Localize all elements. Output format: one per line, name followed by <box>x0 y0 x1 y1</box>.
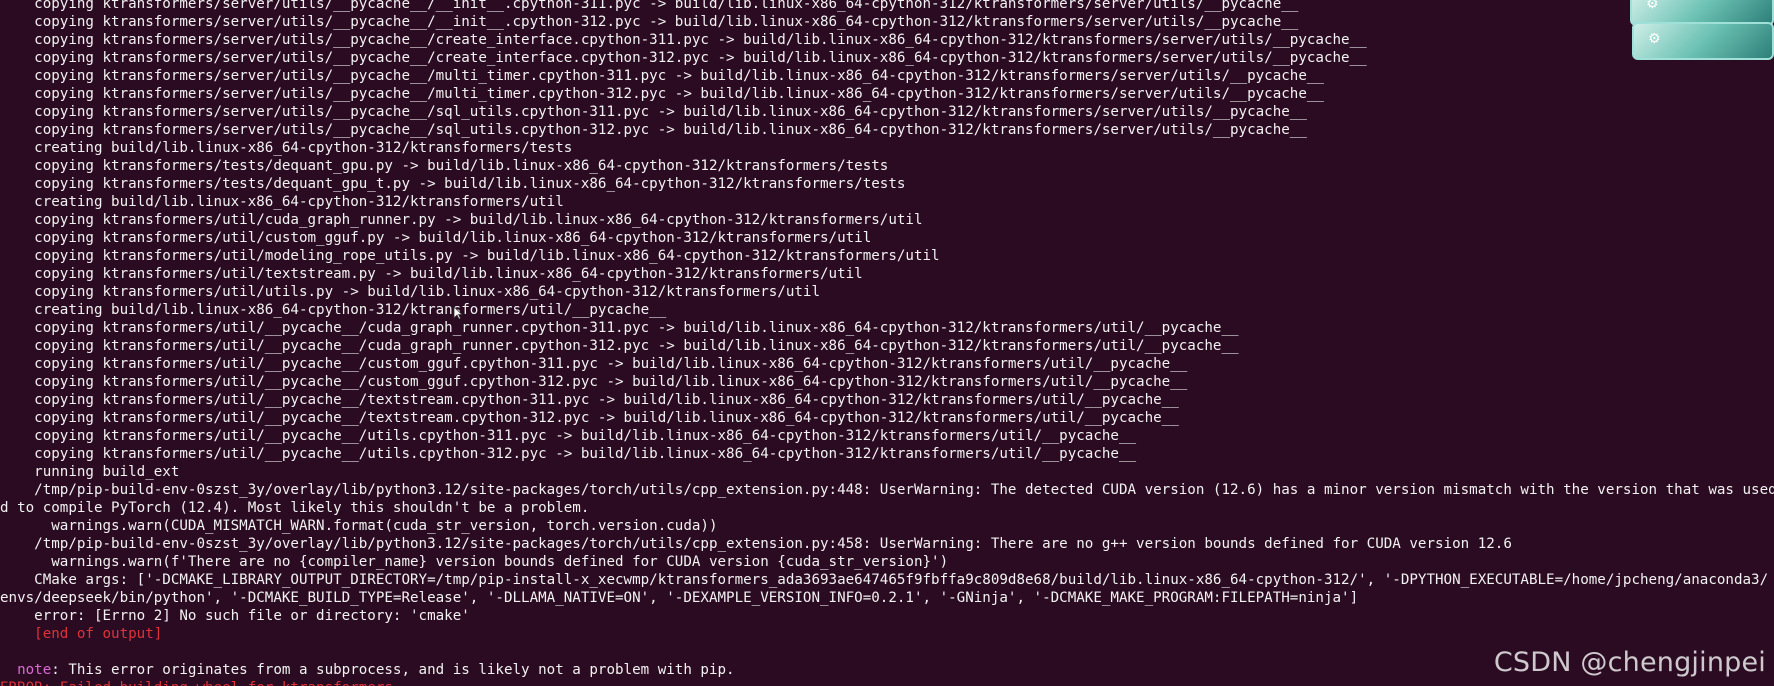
gear-icon: ⚙ <box>1648 31 1661 47</box>
terminal-line: copying ktransformers/util/__pycache__/c… <box>0 356 1188 372</box>
terminal-line: warnings.warn(f'There are no {compiler_n… <box>0 554 949 570</box>
terminal-line: copying ktransformers/util/__pycache__/t… <box>0 392 1179 408</box>
terminal-line: copying ktransformers/server/utils/__pyc… <box>0 14 1299 30</box>
note-text: : This error originates from a subproces… <box>51 662 735 678</box>
text-cursor-icon <box>453 306 463 320</box>
terminal-line: creating build/lib.linux-x86_64-cpython-… <box>0 194 564 210</box>
terminal-line: copying ktransformers/server/utils/__pyc… <box>0 0 1299 12</box>
note-indent <box>0 662 17 678</box>
terminal-line: copying ktransformers/util/__pycache__/t… <box>0 410 1179 426</box>
terminal-line: copying ktransformers/server/utils/__pyc… <box>0 86 1324 102</box>
terminal-line: copying ktransformers/util/textstream.py… <box>0 266 863 282</box>
error-line: ERROR: Failed building wheel for ktransf… <box>0 679 1774 686</box>
terminal-line: copying ktransformers/util/__pycache__/c… <box>0 320 1239 336</box>
notification-tray[interactable]: ⚙ ⚙ <box>1629 0 1774 60</box>
terminal-line: copying ktransformers/util/__pycache__/c… <box>0 338 1239 354</box>
terminal-line: copying ktransformers/util/__pycache__/c… <box>0 374 1188 390</box>
terminal-line: copying ktransformers/util/cuda_graph_ru… <box>0 212 923 228</box>
terminal-line: copying ktransformers/tests/dequant_gpu_… <box>0 176 906 192</box>
terminal-output: copying ktransformers/server/utils/__pyc… <box>0 0 1774 686</box>
terminal-line: error: [Errno 2] No such file or directo… <box>0 608 470 624</box>
terminal-line: running build_ext <box>0 464 180 480</box>
terminal-line: envs/deepseek/bin/python', '-DCMAKE_BUIL… <box>0 590 1359 606</box>
terminal-line: copying ktransformers/tests/dequant_gpu.… <box>0 158 889 174</box>
terminal-window[interactable]: copying ktransformers/server/utils/__pyc… <box>0 0 1774 686</box>
terminal-line: /tmp/pip-build-env-0szst_3y/overlay/lib/… <box>0 536 1512 552</box>
terminal-line: copying ktransformers/util/custom_gguf.p… <box>0 230 872 246</box>
terminal-line: copying ktransformers/util/utils.py -> b… <box>0 284 820 300</box>
terminal-line: copying ktransformers/server/utils/__pyc… <box>0 50 1367 66</box>
terminal-line: copying ktransformers/server/utils/__pyc… <box>0 104 1307 120</box>
terminal-line: creating build/lib.linux-x86_64-cpython-… <box>0 140 573 156</box>
note-label: note <box>17 662 52 678</box>
terminal-line: creating build/lib.linux-x86_64-cpython-… <box>0 302 667 318</box>
terminal-line: warnings.warn(CUDA_MISMATCH_WARN.format(… <box>0 518 718 534</box>
terminal-line: CMake args: ['-DCMAKE_LIBRARY_OUTPUT_DIR… <box>0 572 1769 588</box>
terminal-line: copying ktransformers/server/utils/__pyc… <box>0 68 1324 84</box>
terminal-line: copying ktransformers/util/__pycache__/u… <box>0 446 1137 462</box>
tray-card-bottom[interactable]: ⚙ <box>1632 22 1774 60</box>
terminal-line: copying ktransformers/util/modeling_rope… <box>0 248 940 264</box>
terminal-line: copying ktransformers/server/utils/__pyc… <box>0 32 1367 48</box>
terminal-line: d to compile PyTorch (12.4). Most likely… <box>0 500 590 516</box>
gear-icon: ⚙ <box>1646 0 1659 12</box>
end-of-output-line: [end of output] <box>0 626 163 642</box>
watermark: CSDN @chengjinpei <box>1493 647 1766 678</box>
terminal-line: copying ktransformers/server/utils/__pyc… <box>0 122 1307 138</box>
terminal-line: copying ktransformers/util/__pycache__/u… <box>0 428 1137 444</box>
terminal-line: /tmp/pip-build-env-0szst_3y/overlay/lib/… <box>0 482 1774 498</box>
